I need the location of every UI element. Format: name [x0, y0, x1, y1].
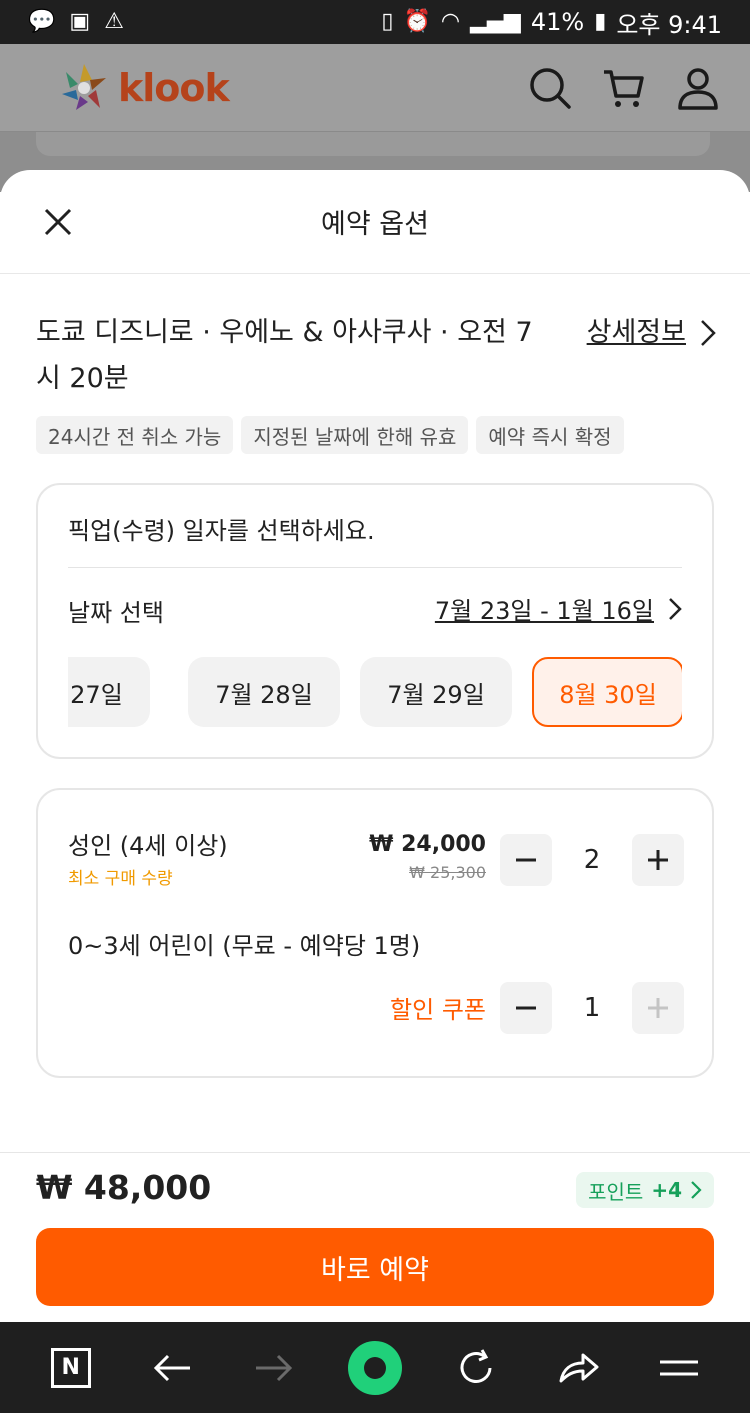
adult-price-current: ₩ 24,000	[369, 832, 486, 857]
total-price: ₩ 48,000	[36, 1168, 212, 1207]
back-button[interactable]	[142, 1338, 202, 1398]
date-select-label: 날짜 선택	[68, 599, 164, 627]
menu-button[interactable]	[649, 1338, 709, 1398]
wifi-icon: ◠	[440, 9, 461, 34]
date-range-picker[interactable]: 7월 23일 - 1월 16일	[435, 591, 682, 626]
date-chip[interactable]: 7월 28일	[188, 657, 340, 727]
date-chip-strip[interactable]: 7월 27일 7월 28일 7월 29일 8월 30일	[68, 657, 682, 729]
tag-list: 24시간 전 취소 가능 지정된 날짜에 한해 유효 예약 즉시 확정	[36, 416, 624, 454]
cart-icon[interactable]	[602, 66, 646, 110]
chevron-right-icon	[669, 597, 682, 620]
booking-options-sheet: 예약 옵션 도쿄 디즈니로 · 우에노 & 아사쿠사 · 오전 7시 20분 상…	[0, 170, 750, 1322]
talk-notification-icon: 💬	[28, 9, 56, 34]
share-button[interactable]	[548, 1338, 608, 1398]
browser-navbar: N	[0, 1322, 750, 1413]
plus-icon	[648, 998, 668, 1018]
forward-button[interactable]	[244, 1338, 304, 1398]
refresh-button[interactable]	[446, 1338, 506, 1398]
child-quantity-value: 1	[583, 993, 601, 1023]
points-badge[interactable]: 포인트 +4	[576, 1172, 714, 1208]
news-notification-icon: ▣	[69, 9, 91, 34]
tag-cancellation: 24시간 전 취소 가능	[36, 416, 234, 454]
chevron-right-icon	[701, 320, 716, 346]
warning-icon: ⚠	[104, 9, 124, 34]
klook-logo[interactable]: klook	[56, 60, 230, 116]
tag-instant-confirm: 예약 즉시 확정	[476, 416, 624, 454]
adult-quantity-stepper: 2	[500, 834, 684, 886]
chevron-right-icon	[691, 1181, 702, 1199]
increment-button-disabled[interactable]	[632, 982, 684, 1034]
app-header: klook	[0, 44, 750, 132]
product-title: 도쿄 디즈니로 · 우에노 & 아사쿠사 · 오전 7시 20분	[36, 317, 533, 394]
adult-quantity-value: 2	[583, 845, 601, 875]
date-card: 픽업(수령) 일자를 선택하세요. 날짜 선택 7월 23일 - 1월 16일 …	[36, 483, 714, 759]
decrement-button[interactable]	[500, 982, 552, 1034]
detail-link[interactable]: 상세정보	[587, 310, 716, 356]
alarm-icon: ⏰	[403, 9, 431, 34]
user-icon[interactable]	[676, 66, 720, 110]
divider	[68, 567, 682, 568]
book-now-button[interactable]: 바로 예약	[36, 1228, 714, 1306]
share-icon	[559, 1353, 599, 1382]
minus-icon	[516, 1006, 536, 1010]
status-bar: 💬 ▣ ⚠ ▯ ⏰ ◠ ▂▄▆ 41% ▮ 오후 9:41	[0, 0, 750, 44]
date-chip-selected[interactable]: 8월 30일	[532, 657, 682, 727]
clock: 오후 9:41	[616, 10, 722, 39]
points-label: 포인트	[588, 1179, 644, 1204]
detail-link-label: 상세정보	[586, 317, 686, 348]
discount-coupon-link[interactable]: 할인 쿠폰	[390, 990, 486, 1025]
naver-home-button[interactable]: N	[41, 1338, 101, 1398]
decrement-button[interactable]	[500, 834, 552, 886]
sheet-header: 예약 옵션	[0, 170, 750, 274]
adult-price-original: ₩ 25,300	[409, 863, 486, 882]
refresh-icon	[460, 1348, 492, 1383]
child-quantity-stepper: 1	[500, 982, 684, 1034]
plus-icon	[648, 850, 668, 870]
child-label: 0~3세 어린이 (무료 - 예약당 1명)	[68, 932, 421, 960]
minimum-qty-note: 최소 구매 수량	[68, 869, 173, 889]
close-icon[interactable]	[42, 206, 74, 238]
green-dot-button[interactable]	[345, 1338, 405, 1398]
adult-price: ₩ 24,000 ₩ 25,300	[369, 832, 486, 882]
date-chip[interactable]: 7월 29일	[360, 657, 512, 727]
quantity-card: 성인 (4세 이상) 최소 구매 수량 ₩ 24,000 ₩ 25,300 2 …	[36, 788, 714, 1078]
vibrate-icon: ▯	[381, 9, 394, 34]
signal-icon: ▂▄▆	[470, 9, 521, 34]
green-dot-icon	[347, 1340, 402, 1395]
minus-icon	[516, 858, 536, 862]
pickup-label: 픽업(수령) 일자를 선택하세요.	[68, 517, 375, 545]
naver-n-icon: N	[50, 1347, 91, 1388]
product-row: 도쿄 디즈니로 · 우에노 & 아사쿠사 · 오전 7시 20분 상세정보	[36, 310, 716, 402]
arrow-left-icon	[154, 1354, 191, 1381]
logo-text: klook	[118, 65, 230, 110]
increment-button[interactable]	[632, 834, 684, 886]
search-icon[interactable]	[528, 66, 572, 110]
sheet-title: 예약 옵션	[321, 209, 429, 240]
date-range-label: 7월 23일 - 1월 16일	[434, 597, 654, 625]
date-chip[interactable]: 7월 27일	[68, 657, 150, 727]
arrow-right-icon	[255, 1354, 292, 1381]
points-value: +4	[651, 1178, 682, 1202]
hamburger-menu-icon	[660, 1360, 699, 1375]
adult-label: 성인 (4세 이상)	[68, 832, 228, 860]
battery-icon: ▮	[594, 9, 607, 34]
tag-validity: 지정된 날짜에 한해 유효	[241, 416, 469, 454]
battery-percent: 41%	[530, 8, 585, 36]
klook-logo-icon	[62, 63, 106, 110]
bottom-divider	[0, 1152, 750, 1153]
background-card	[36, 132, 710, 156]
